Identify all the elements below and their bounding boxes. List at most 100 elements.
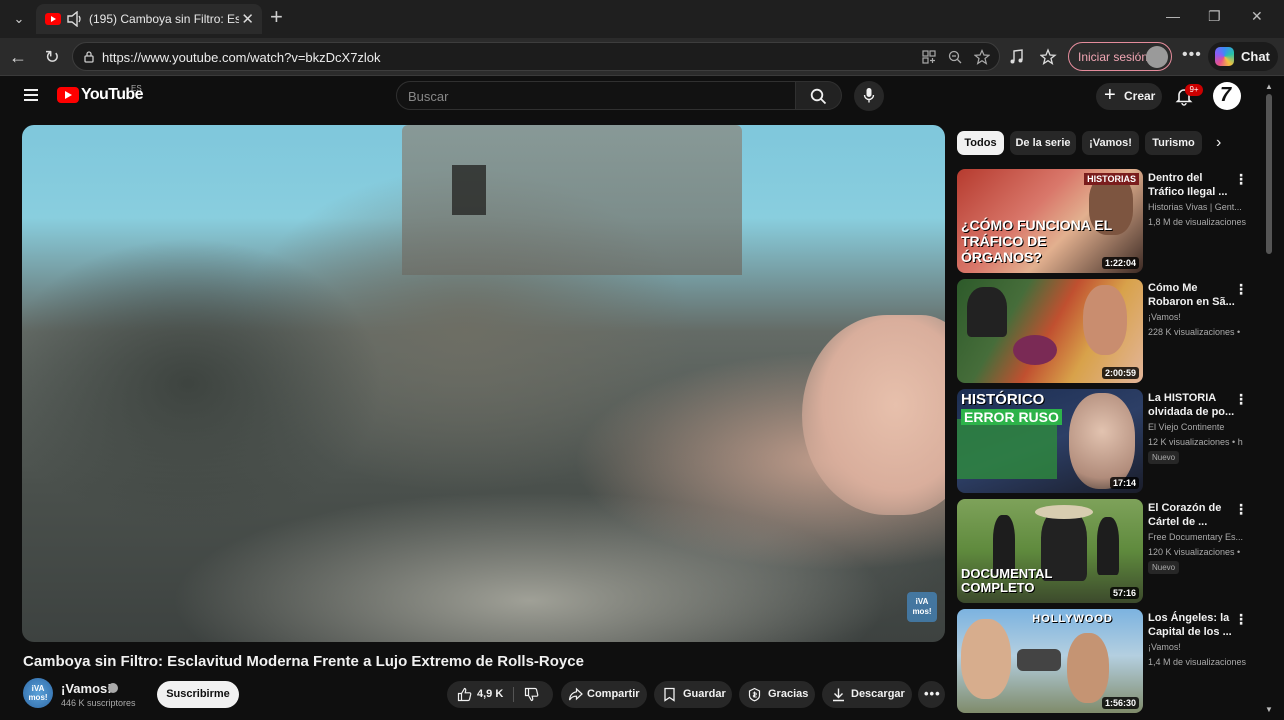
related-views: 1,8 M de visualizaciones xyxy=(1148,217,1246,227)
favorites-icon[interactable] xyxy=(1040,48,1058,66)
copilot-chat-button[interactable]: Chat xyxy=(1208,42,1278,71)
dislike-button[interactable] xyxy=(514,681,553,708)
related-title[interactable]: Dentro del Tráfico Ilegal ... xyxy=(1148,171,1240,199)
more-options-icon[interactable]: ••• xyxy=(1182,46,1202,64)
related-views: 120 K visualizaciones • xyxy=(1148,547,1241,557)
share-button[interactable]: Compartir xyxy=(561,681,647,708)
account-avatar-text: 7 xyxy=(1220,84,1232,106)
related-channel[interactable]: El Viejo Continente xyxy=(1148,422,1246,432)
app-available-icon[interactable] xyxy=(921,49,937,65)
youtube-favicon-icon xyxy=(45,13,61,25)
subscribe-button[interactable]: Suscribirme xyxy=(157,681,239,708)
related-video-card[interactable]: HISTÓRICO ERROR RUSO 17:14 La HISTORIA o… xyxy=(957,389,1257,493)
page-scrollbar[interactable]: ▲ ▼ xyxy=(1264,80,1274,716)
close-window-button[interactable]: ✕ xyxy=(1251,8,1263,25)
scrollbar-thumb[interactable] xyxy=(1266,94,1272,254)
search-placeholder: Buscar xyxy=(408,89,449,104)
kebab-menu-icon[interactable]: ⋮ xyxy=(1234,171,1248,188)
video-duration: 2:00:59 xyxy=(1101,367,1139,379)
media-control-icon[interactable] xyxy=(1008,48,1026,66)
chip-vamos[interactable]: ¡Vamos! xyxy=(1082,131,1139,155)
back-arrow-icon[interactable]: ← xyxy=(7,46,29,68)
related-title[interactable]: El Corazón de Cártel de ... xyxy=(1148,501,1240,529)
scroll-down-arrow-icon[interactable]: ▼ xyxy=(1265,705,1273,714)
chip-series[interactable]: De la serie xyxy=(1010,131,1076,155)
related-channel[interactable]: Historias Vivas | Gent... xyxy=(1148,202,1246,212)
related-video-card[interactable]: HOLLYWOOD 1:56:30 Los Ángeles: la Capita… xyxy=(957,609,1257,713)
speaker-icon[interactable] xyxy=(66,11,84,27)
video-duration: 17:14 xyxy=(1109,477,1139,489)
chip-all[interactable]: Todos xyxy=(957,131,1004,155)
related-views: 12 K visualizaciones • h xyxy=(1148,437,1243,447)
download-icon xyxy=(833,688,844,702)
search-button[interactable] xyxy=(796,81,842,110)
favorite-star-icon[interactable] xyxy=(974,49,990,65)
more-dots-icon: ••• xyxy=(924,686,941,701)
menu-hamburger-icon[interactable] xyxy=(24,89,38,101)
related-thumbnail[interactable]: HOLLYWOOD 1:56:30 xyxy=(957,609,1143,713)
related-thumbnail[interactable]: 2:00:59 xyxy=(957,279,1143,383)
site-info-icon[interactable] xyxy=(82,50,96,64)
kebab-menu-icon[interactable]: ⋮ xyxy=(1234,391,1248,408)
copilot-icon xyxy=(1215,47,1234,66)
related-video-card[interactable]: HISTORIAS ¿CÓMO FUNCIONA EL TRÁFICO DE Ó… xyxy=(957,169,1257,273)
more-actions-button[interactable]: ••• xyxy=(918,681,945,708)
video-player[interactable]: iVA mos! xyxy=(22,125,945,642)
tab-actions-chevron-icon[interactable]: ⌄ xyxy=(8,8,30,30)
zoom-icon[interactable] xyxy=(947,49,963,65)
search-input[interactable]: Buscar xyxy=(396,81,796,110)
kebab-menu-icon[interactable]: ⋮ xyxy=(1234,611,1248,628)
scroll-up-arrow-icon[interactable]: ▲ xyxy=(1265,82,1273,91)
create-button[interactable]: + Crear xyxy=(1096,83,1162,110)
chips-next-chevron-icon[interactable]: › xyxy=(1216,134,1221,152)
address-bar-row: ← ↻ https://www.youtube.com/watch?v=bkzD… xyxy=(0,38,1284,76)
thumbnail-map xyxy=(957,419,1057,479)
related-title[interactable]: Los Ángeles: la Capital de los ... xyxy=(1148,611,1240,639)
save-button[interactable]: Guardar xyxy=(654,681,732,708)
maximize-button[interactable]: ❐ xyxy=(1208,8,1221,25)
thumbs-up-icon xyxy=(457,687,472,702)
video-duration: 57:16 xyxy=(1109,587,1139,599)
tab-title: (195) Camboya sin Filtro: Esclavitud Mod… xyxy=(89,12,239,26)
channel-watermark[interactable]: iVA mos! xyxy=(907,592,937,622)
like-button[interactable]: 4,9 K xyxy=(447,681,511,708)
related-thumbnail[interactable]: HISTORIAS ¿CÓMO FUNCIONA EL TRÁFICO DE Ó… xyxy=(957,169,1143,273)
related-channel[interactable]: ¡Vamos! xyxy=(1148,642,1246,652)
related-thumbnail[interactable]: HISTÓRICO ERROR RUSO 17:14 xyxy=(957,389,1143,493)
thumbnail-face xyxy=(1067,633,1109,703)
tab-close-icon[interactable]: ✕ xyxy=(241,10,254,28)
related-title[interactable]: Cómo Me Robaron en Sã... xyxy=(1148,281,1240,309)
chip-tourism[interactable]: Turismo xyxy=(1145,131,1202,155)
related-video-card[interactable]: 2:00:59 Cómo Me Robaron en Sã... ¡Vamos!… xyxy=(957,279,1257,383)
download-button[interactable]: Descargar xyxy=(822,681,912,708)
account-avatar[interactable]: 7 xyxy=(1213,82,1241,110)
reload-icon[interactable]: ↻ xyxy=(41,46,63,68)
related-channel[interactable]: Free Documentary Es... xyxy=(1148,532,1246,542)
kebab-menu-icon[interactable]: ⋮ xyxy=(1234,501,1248,518)
super-thanks-icon xyxy=(748,687,761,702)
voice-search-button[interactable] xyxy=(854,81,884,111)
new-tab-button[interactable]: + xyxy=(270,6,283,28)
related-video-card[interactable]: DOCUMENTAL COMPLETO 57:16 El Corazón de … xyxy=(957,499,1257,603)
chat-label: Chat xyxy=(1241,49,1270,64)
thanks-button[interactable]: Gracias xyxy=(739,681,815,708)
browser-tab-active[interactable]: (195) Camboya sin Filtro: Esclavitud Mod… xyxy=(36,4,262,34)
profile-avatar-icon xyxy=(1146,46,1168,68)
kebab-menu-icon[interactable]: ⋮ xyxy=(1234,281,1248,298)
youtube-logo-icon[interactable] xyxy=(57,87,79,103)
sign-in-button[interactable]: Iniciar sesión xyxy=(1068,42,1172,71)
url-text: https://www.youtube.com/watch?v=bkzDcX7z… xyxy=(102,50,381,65)
related-thumbnail[interactable]: DOCUMENTAL COMPLETO 57:16 xyxy=(957,499,1143,603)
download-label: Descargar xyxy=(851,688,905,700)
minimize-button[interactable]: — xyxy=(1166,8,1180,24)
thumbnail-face xyxy=(961,619,1011,699)
thumbnail-caption: HISTÓRICO xyxy=(961,391,1045,408)
related-title[interactable]: La HISTORIA olvidada de po... xyxy=(1148,391,1240,419)
channel-name[interactable]: ¡Vamos! xyxy=(61,681,112,696)
channel-avatar[interactable]: iVA mos! xyxy=(23,678,53,708)
thumbnail-caption: DOCUMENTAL COMPLETO xyxy=(961,566,1053,595)
bookmark-icon xyxy=(664,687,675,702)
related-channel[interactable]: ¡Vamos! xyxy=(1148,312,1246,322)
url-field[interactable]: https://www.youtube.com/watch?v=bkzDcX7z… xyxy=(72,42,1000,71)
thumbnail-car xyxy=(1017,649,1061,671)
